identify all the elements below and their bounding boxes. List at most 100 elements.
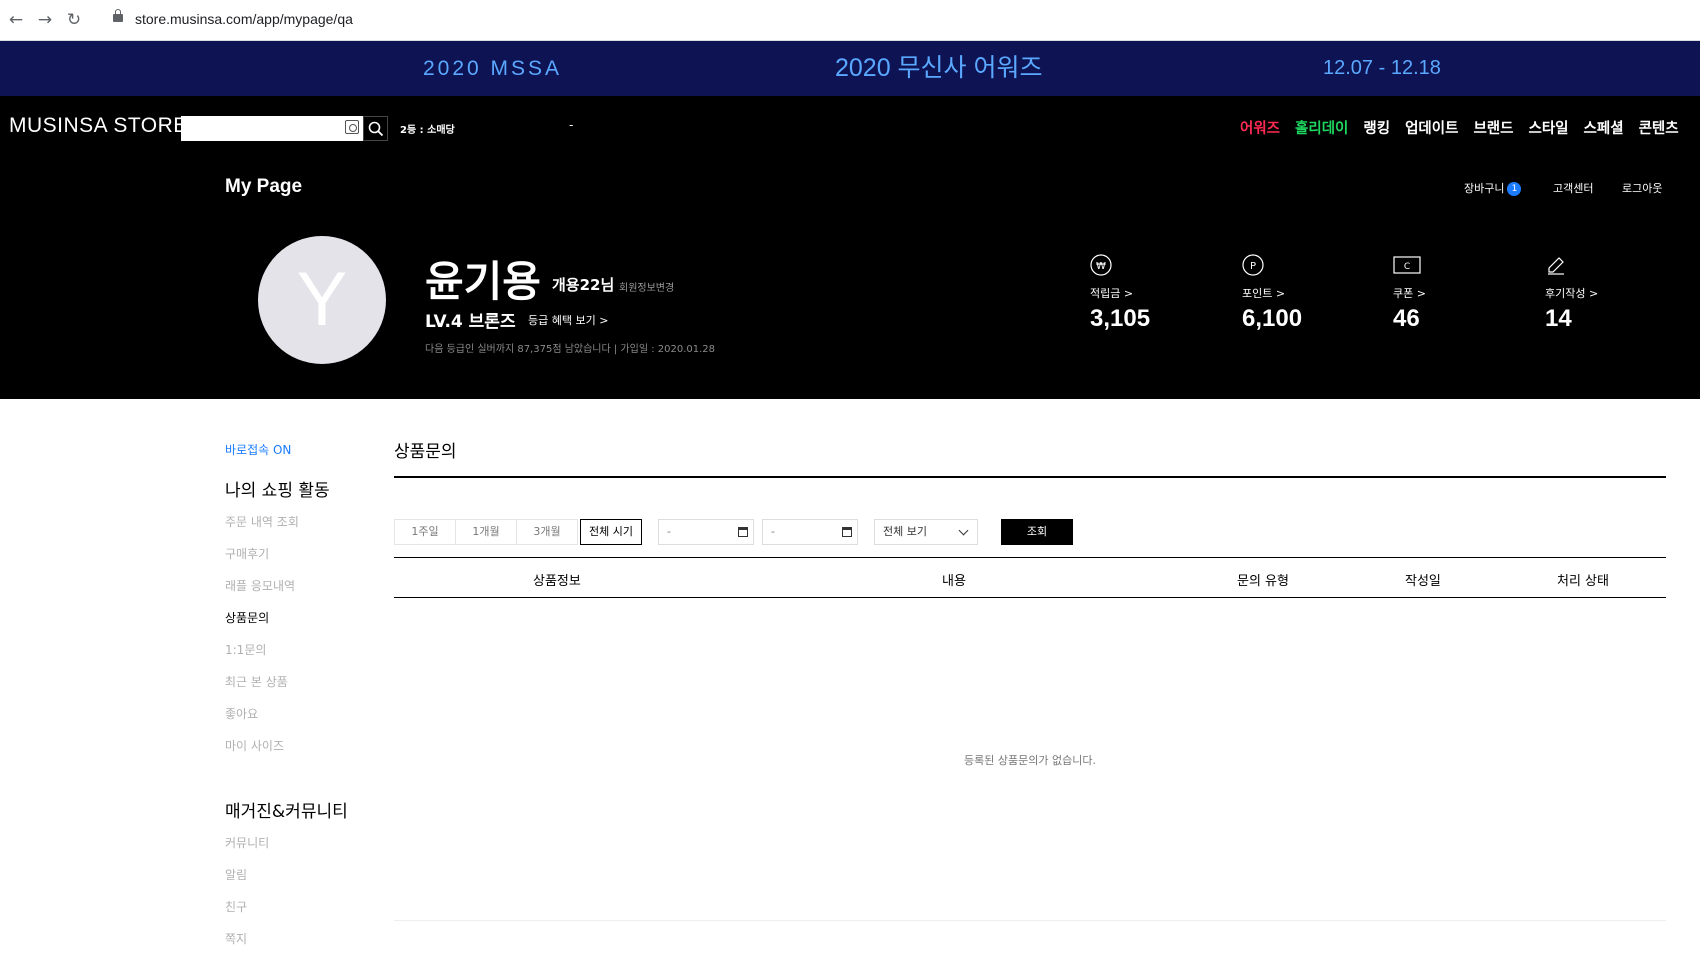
sidebar-item-reviews[interactable]: 구매후기 <box>225 547 385 579</box>
date-from-value: - <box>667 525 671 538</box>
period-1month-button[interactable]: 1개월 <box>455 519 517 545</box>
sidebar-item-orders[interactable]: 주문 내역 조회 <box>225 515 385 547</box>
menu-awards[interactable]: 어워즈 <box>1240 117 1280 138</box>
column-content: 내용 <box>942 574 966 589</box>
stat-reviews[interactable]: 후기작성 > 14 <box>1545 254 1598 333</box>
back-arrow-icon[interactable]: ← <box>6 10 26 30</box>
global-navigation: MUSINSA STORE 2등 : 소매당 - 어워즈 홀리데이 랭킹 업데이… <box>0 96 1700 158</box>
logout-link[interactable]: 로그아웃 <box>1622 180 1662 196</box>
page-title[interactable]: My Page <box>225 176 302 198</box>
svg-text:P: P <box>1250 261 1256 272</box>
product-qa-content: 상품문의 1주일 1개월 3개월 전체 시기 - - 전체 보기 조회 상품정보… <box>394 437 1666 921</box>
sidebar-item-my-size[interactable]: 마이 사이즈 <box>225 739 385 771</box>
table-header: 상품정보 내용 문의 유형 작성일 처리 상태 <box>394 557 1666 598</box>
pencil-icon <box>1548 257 1564 275</box>
qa-type-select[interactable]: 전체 보기 <box>874 519 978 545</box>
point-icon: P <box>1242 254 1264 276</box>
calendar-icon[interactable] <box>842 527 852 537</box>
sidebar-item-messages[interactable]: 쪽지 <box>225 932 385 954</box>
stat-points[interactable]: P 포인트 > 6,100 <box>1242 254 1302 333</box>
banner-title: 2020 무신사 어워즈 <box>835 54 1043 82</box>
store-logo[interactable]: MUSINSA STORE <box>9 114 188 138</box>
date-to-input[interactable]: - <box>762 519 858 545</box>
period-1week-button[interactable]: 1주일 <box>394 519 456 545</box>
customer-center-link[interactable]: 고객센터 <box>1553 180 1593 196</box>
coupon-icon: C <box>1393 256 1421 274</box>
browser-toolbar: ← → ↻ store.musinsa.com/app/mypage/qa <box>0 0 1700 41</box>
sidebar-item-one-to-one[interactable]: 1:1문의 <box>225 643 385 675</box>
select-value: 전체 보기 <box>883 525 927 538</box>
search-submit-button[interactable]: 조회 <box>1001 519 1073 545</box>
stat-label: 포인트 > <box>1242 287 1286 300</box>
menu-holiday[interactable]: 홀리데이 <box>1295 117 1348 138</box>
cart-label: 장바구니 <box>1464 182 1505 195</box>
search-input[interactable] <box>181 116 363 141</box>
edit-member-info-link[interactable]: 회원정보변경 <box>619 279 674 294</box>
empty-message: 등록된 상품문의가 없습니다. <box>964 754 1096 767</box>
menu-contents[interactable]: 콘텐츠 <box>1639 117 1679 138</box>
next-level-info: 다음 등급인 실버까지 87,375점 남았습니다 | 가입일 : 2020.0… <box>425 344 716 355</box>
stat-value: 46 <box>1393 305 1420 332</box>
svg-text:₩: ₩ <box>1096 261 1106 272</box>
column-product-info: 상품정보 <box>533 574 581 589</box>
forward-arrow-icon[interactable]: → <box>35 10 55 30</box>
sidebar-item-likes[interactable]: 좋아요 <box>225 707 385 739</box>
sidebar-item-friends[interactable]: 친구 <box>225 900 385 932</box>
column-date: 작성일 <box>1405 574 1441 589</box>
column-status: 처리 상태 <box>1557 574 1609 589</box>
camera-search-icon[interactable] <box>345 120 359 134</box>
stat-label: 쿠폰 > <box>1393 287 1426 300</box>
period-all-button[interactable]: 전체 시기 <box>580 519 642 545</box>
stat-label: 후기작성 > <box>1545 287 1599 300</box>
cart-link[interactable]: 장바구니 1 <box>1464 180 1522 196</box>
period-3month-button[interactable]: 3개월 <box>516 519 578 545</box>
stat-reserve[interactable]: ₩ 적립금 > 3,105 <box>1090 254 1150 333</box>
event-banner[interactable]: 2020 MSSA 2020 무신사 어워즈 12.07 - 12.18 <box>0 41 1700 96</box>
menu-style[interactable]: 스타일 <box>1529 117 1569 138</box>
address-bar[interactable]: store.musinsa.com/app/mypage/qa <box>135 11 353 27</box>
date-from-input[interactable]: - <box>658 519 754 545</box>
chevron-down-icon <box>958 525 969 536</box>
menu-ranking[interactable]: 랭킹 <box>1363 117 1390 138</box>
avatar: Y <box>258 236 386 364</box>
sidebar-section-shopping: 나의 쇼핑 활동 <box>225 481 330 501</box>
column-qa-type: 문의 유형 <box>1237 574 1289 589</box>
quick-access-toggle[interactable]: 바로접속 ON <box>225 441 385 458</box>
search-icon <box>368 121 384 137</box>
mypage-sidebar: 바로접속 ON 나의 쇼핑 활동 주문 내역 조회 구매후기 래플 응모내역 상… <box>225 441 385 954</box>
sidebar-item-recent[interactable]: 최근 본 상품 <box>225 675 385 707</box>
banner-dates: 12.07 - 12.18 <box>1323 57 1441 79</box>
cart-count-badge: 1 <box>1507 182 1522 196</box>
date-to-value: - <box>771 525 775 538</box>
realtime-rank-text[interactable]: 2등 : 소매당 <box>400 121 455 136</box>
svg-text:C: C <box>1404 262 1410 272</box>
reload-icon[interactable]: ↻ <box>64 10 84 30</box>
stat-value: 6,100 <box>1242 305 1303 332</box>
sidebar-item-product-qa[interactable]: 상품문의 <box>225 611 385 643</box>
menu-brand[interactable]: 브랜드 <box>1473 117 1513 138</box>
member-level: LV.4 브론즈 <box>425 312 516 332</box>
won-icon: ₩ <box>1090 254 1112 276</box>
title-divider <box>394 476 1666 478</box>
table-bottom-divider <box>394 920 1666 921</box>
user-nickname: 개용22님 <box>552 276 615 294</box>
level-benefit-link[interactable]: 등급 혜택 보기 > <box>528 312 608 328</box>
menu-update[interactable]: 업데이트 <box>1405 117 1458 138</box>
stat-value: 3,105 <box>1090 305 1151 332</box>
user-name: 윤기용 <box>425 257 541 306</box>
content-title: 상품문의 <box>394 442 457 462</box>
sidebar-item-raffle[interactable]: 래플 응모내역 <box>225 579 385 611</box>
mypage-header: My Page 장바구니 1 고객센터 로그아웃 Y 윤기용 개용22님 회원정보… <box>0 158 1700 399</box>
calendar-icon[interactable] <box>738 527 748 537</box>
stat-coupons[interactable]: C 쿠폰 > 46 <box>1393 254 1426 333</box>
sidebar-item-community[interactable]: 커뮤니티 <box>225 836 385 868</box>
sidebar-item-notifications[interactable]: 알림 <box>225 868 385 900</box>
main-menu: 어워즈 홀리데이 랭킹 업데이트 브랜드 스타일 스페셜 콘텐츠 <box>1240 117 1679 138</box>
sidebar-section-magazine: 매거진&커뮤니티 <box>225 802 348 822</box>
lock-icon <box>113 9 123 22</box>
search-button[interactable] <box>363 116 388 141</box>
stat-label: 적립금 > <box>1090 287 1134 300</box>
menu-special[interactable]: 스페셜 <box>1584 117 1624 138</box>
stat-value: 14 <box>1545 305 1572 332</box>
rank-dash: - <box>569 118 574 132</box>
